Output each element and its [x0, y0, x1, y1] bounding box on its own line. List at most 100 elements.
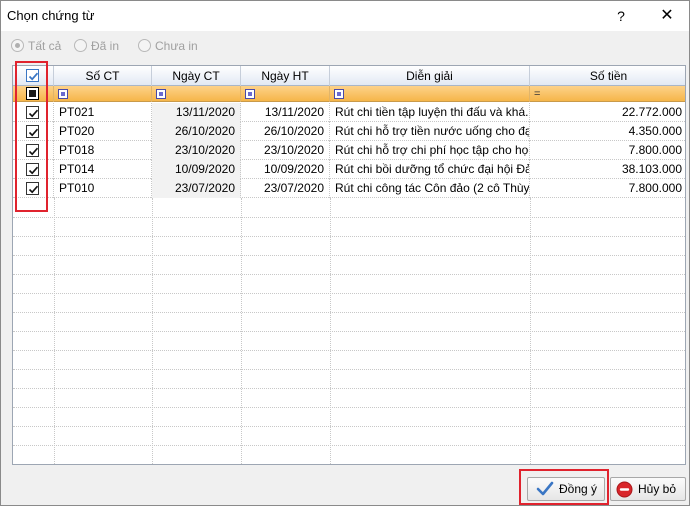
- empty-row-line: [13, 312, 685, 313]
- help-button[interactable]: ?: [599, 1, 643, 31]
- cell-dien-giai: Rút chi hỗ trợ chi phí học tập cho học..…: [330, 141, 530, 160]
- filter-cell-ngay-ct[interactable]: [152, 86, 241, 102]
- voucher-grid: Số CT Ngày CT Ngày HT Diễn giải Số tiền …: [12, 65, 686, 465]
- radio-all[interactable]: Tất cả: [11, 39, 61, 55]
- table-row[interactable]: PT020 26/10/2020 26/10/2020 Rút chi hỗ t…: [13, 122, 685, 141]
- filter-equals-icon[interactable]: =: [534, 88, 540, 100]
- cell-ngay-ct: 26/10/2020: [152, 122, 241, 141]
- empty-column-line: [152, 198, 153, 464]
- cell-dien-giai: Rút chi hỗ trợ tiền nước uống cho đại...: [330, 122, 530, 141]
- cell-so-ct: PT018: [54, 141, 152, 160]
- cell-ngay-ct: 23/10/2020: [152, 141, 241, 160]
- cell-so-ct: PT010: [54, 179, 152, 198]
- filter-operator-icon[interactable]: [334, 89, 344, 99]
- cell-ngay-ct: 23/07/2020: [152, 179, 241, 198]
- cell-dien-giai: Rút chi tiền tập luyện thi đấu và khá...: [330, 103, 530, 122]
- filter-cell-select[interactable]: [13, 86, 54, 102]
- filter-cell-so-ct[interactable]: [54, 86, 152, 102]
- ok-button-label: Đồng ý: [559, 482, 598, 496]
- empty-row-line: [13, 426, 685, 427]
- cell-ngay-ct: 10/09/2020: [152, 160, 241, 179]
- table-row[interactable]: PT021 13/11/2020 13/11/2020 Rút chi tiền…: [13, 103, 685, 122]
- empty-row-line: [13, 407, 685, 408]
- radio-selected-icon: [11, 39, 24, 52]
- filter-cell-dien-giai[interactable]: [330, 86, 530, 102]
- column-header-ngay-ht[interactable]: Ngày HT: [241, 66, 330, 86]
- filter-operator-icon[interactable]: [58, 89, 68, 99]
- radio-all-label: Tất cả: [28, 39, 62, 53]
- empty-row-line: [13, 236, 685, 237]
- cell-so-tien: 4.350.000: [628, 124, 682, 138]
- dialog-title: Chọn chứng từ: [7, 8, 95, 23]
- cell-ngay-ht: 23/07/2020: [241, 179, 330, 198]
- empty-row-line: [13, 350, 685, 351]
- column-header-ngay-ct[interactable]: Ngày CT: [152, 66, 241, 86]
- radio-not-printed[interactable]: Chưa in: [138, 39, 198, 55]
- filter-operator-icon[interactable]: [245, 89, 255, 99]
- radio-printed[interactable]: Đã in: [74, 39, 119, 55]
- cell-ngay-ht: 23/10/2020: [241, 141, 330, 160]
- cell-so-tien: 7.800.000: [628, 181, 682, 195]
- select-all-checkbox[interactable]: [26, 69, 39, 82]
- cell-ngay-ht: 13/11/2020: [241, 103, 330, 122]
- radio-not-printed-label: Chưa in: [155, 39, 198, 53]
- filter-row: =: [13, 86, 685, 102]
- radio-unselected-icon: [74, 39, 87, 52]
- row-select-cell[interactable]: [13, 160, 54, 179]
- checkmark-icon: [536, 481, 554, 504]
- empty-row-line: [13, 369, 685, 370]
- row-select-cell[interactable]: [13, 122, 54, 141]
- empty-row-line: [13, 331, 685, 332]
- filter-cell-ngay-ht[interactable]: [241, 86, 330, 102]
- ok-button[interactable]: Đồng ý: [527, 477, 605, 501]
- empty-row-line: [13, 388, 685, 389]
- filter-operator-icon[interactable]: [156, 89, 166, 99]
- filter-cell-so-tien[interactable]: =: [530, 86, 685, 102]
- cell-ngay-ht: 10/09/2020: [241, 160, 330, 179]
- row-checkbox[interactable]: [26, 163, 39, 176]
- empty-row-line: [13, 255, 685, 256]
- column-header-so-ct[interactable]: Số CT: [54, 66, 152, 86]
- cell-so-tien: 22.772.000: [621, 105, 682, 119]
- empty-column-line: [530, 198, 531, 464]
- cancel-button-label: Hủy bỏ: [638, 482, 677, 496]
- row-checkbox[interactable]: [26, 182, 39, 195]
- row-checkbox[interactable]: [26, 144, 39, 157]
- row-select-cell[interactable]: [13, 141, 54, 160]
- cell-so-tien: 38.103.000: [621, 162, 682, 176]
- empty-column-line: [330, 198, 331, 464]
- column-header-so-tien[interactable]: Số tiền: [530, 66, 685, 86]
- cell-so-tien: 7.800.000: [628, 143, 682, 157]
- row-checkbox[interactable]: [26, 106, 39, 119]
- empty-row-line: [13, 274, 685, 275]
- close-button[interactable]: ✕: [645, 1, 689, 31]
- title-bar: Chọn chứng từ ? ✕: [1, 1, 689, 31]
- select-all-header: [13, 66, 54, 86]
- cell-so-ct: PT020: [54, 122, 152, 141]
- empty-row-line: [13, 217, 685, 218]
- cell-ngay-ht: 26/10/2020: [241, 122, 330, 141]
- table-row[interactable]: PT014 10/09/2020 10/09/2020 Rút chi bồi …: [13, 160, 685, 179]
- empty-column-line: [54, 198, 55, 464]
- radio-unselected-icon: [138, 39, 151, 52]
- empty-row-line: [13, 445, 685, 446]
- column-header-dien-giai[interactable]: Diễn giải: [330, 66, 530, 86]
- cell-dien-giai: Rút chi công tác Côn đảo (2 cô Thùy...: [330, 179, 530, 198]
- cell-dien-giai: Rút chi bồi dưỡng tổ chức đại hội Đả...: [330, 160, 530, 179]
- cell-so-ct: PT021: [54, 103, 152, 122]
- empty-row-line: [13, 293, 685, 294]
- choose-voucher-dialog: Chọn chứng từ ? ✕ Tất cả Đã in Chưa in S…: [0, 0, 690, 506]
- row-select-cell[interactable]: [13, 103, 54, 122]
- cell-ngay-ct: 13/11/2020: [152, 103, 241, 122]
- cancel-icon: [616, 481, 633, 505]
- row-select-cell[interactable]: [13, 179, 54, 198]
- grid-header: Số CT Ngày CT Ngày HT Diễn giải Số tiền: [13, 66, 685, 86]
- table-row[interactable]: PT018 23/10/2020 23/10/2020 Rút chi hỗ t…: [13, 141, 685, 160]
- empty-row-line: [13, 464, 686, 465]
- cell-so-ct: PT014: [54, 160, 152, 179]
- row-checkbox[interactable]: [26, 125, 39, 138]
- empty-column-line: [241, 198, 242, 464]
- filter-checkbox[interactable]: [26, 87, 39, 100]
- cancel-button[interactable]: Hủy bỏ: [610, 477, 686, 501]
- table-row[interactable]: PT010 23/07/2020 23/07/2020 Rút chi công…: [13, 179, 685, 198]
